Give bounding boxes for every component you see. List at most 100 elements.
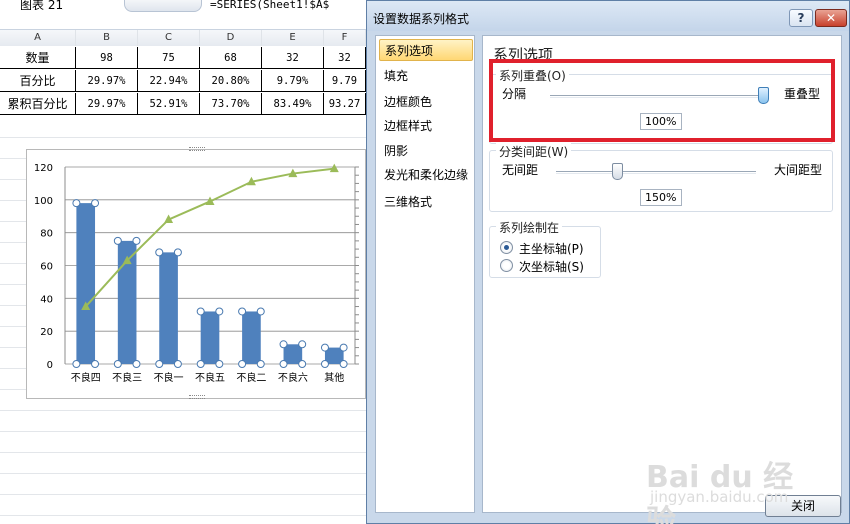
gap-slider-thumb[interactable]: [612, 163, 623, 180]
watermark-url: jingyan.baidu.com: [650, 488, 789, 506]
red-highlight-box: [489, 59, 835, 142]
x-tick-label: 其他: [324, 371, 344, 384]
table-cell[interactable]: 73.70%: [200, 93, 262, 115]
bar-selection-handle: [339, 343, 348, 352]
bar-selection-handle: [113, 236, 122, 245]
table-cell[interactable]: 75: [138, 47, 200, 69]
chart-plot-area: 0 20 40 60 80 100 120 不良四 不良三 不良一 不良五 不良二 不良六 其他: [34, 163, 359, 384]
table-cell[interactable]: 22.94%: [138, 70, 200, 92]
plot-series-on-group: 系列绘制在 主坐标轴(P) 次坐标轴(S): [489, 219, 601, 278]
format-data-series-dialog: 设置数据系列格式 ? ✕ 系列选项 填充 边框颜色 边框样式 阴影 发光和柔化边…: [366, 0, 850, 524]
bar: [76, 203, 96, 364]
column-header-c[interactable]: C: [138, 30, 200, 46]
bar: [283, 344, 303, 364]
formula-toggle-button[interactable]: [124, 0, 202, 12]
bar-selection-handle: [298, 360, 307, 368]
help-button[interactable]: ?: [789, 9, 813, 27]
row-label-percent[interactable]: 百分比: [0, 70, 76, 92]
bar: [159, 252, 178, 364]
line-marker: [329, 163, 339, 173]
dialog-titlebar[interactable]: 设置数据系列格式 ? ✕: [367, 1, 849, 31]
table-cell[interactable]: 83.49%: [262, 93, 324, 115]
table-cell[interactable]: 29.97%: [76, 93, 138, 115]
column-header-a[interactable]: A: [0, 30, 76, 46]
nav-item-border-style[interactable]: 边框样式: [379, 115, 473, 137]
bar-selection-handle: [238, 360, 247, 368]
secondary-axis-label: 次坐标轴(S): [519, 260, 584, 274]
close-window-button[interactable]: ✕: [815, 9, 847, 27]
table-cell[interactable]: 29.97%: [76, 70, 138, 92]
column-header-f[interactable]: F: [324, 30, 366, 46]
row-label-cumulative[interactable]: 累积百分比: [0, 93, 76, 115]
secondary-axis-radio[interactable]: [500, 259, 513, 272]
y-tick-label: 40: [40, 294, 53, 305]
bar-selection-handle: [320, 343, 329, 352]
formula-input[interactable]: =SERIES(Sheet1!$A$: [210, 0, 370, 10]
bar-selection-handle: [72, 199, 81, 208]
x-tick-label: 不良四: [71, 371, 101, 384]
nav-item-glow-soft-edges[interactable]: 发光和柔化边缘: [379, 164, 473, 186]
table-row: 累积百分比 29.97% 52.91% 73.70% 83.49% 93.27: [0, 93, 366, 115]
bar-selection-handle: [173, 248, 182, 257]
baidu-watermark: Bai du 经验 jingyan.baidu.com: [646, 452, 806, 524]
bar-selection-handle: [339, 360, 348, 368]
dialog-title: 设置数据系列格式: [373, 12, 470, 26]
nav-item-shadow[interactable]: 阴影: [379, 140, 473, 162]
column-header-d[interactable]: D: [200, 30, 262, 46]
bar-selection-handle: [132, 236, 141, 245]
table-cell[interactable]: 32: [262, 47, 324, 69]
x-tick-label: 不良一: [154, 371, 184, 384]
x-tick-label: 不良五: [195, 371, 225, 384]
bar-selection-handle: [196, 360, 205, 368]
bar-selection-handle: [155, 360, 164, 368]
table-cell[interactable]: 9.79%: [262, 70, 324, 92]
gap-width-label: 分类间距(W): [496, 143, 572, 160]
bar-selection-handle: [320, 360, 329, 368]
nav-item-border-color[interactable]: 边框颜色: [379, 91, 473, 113]
name-box[interactable]: 图表 21: [0, 0, 120, 10]
gap-slider-track[interactable]: [556, 171, 756, 174]
bar: [242, 311, 261, 364]
table-cell[interactable]: 20.80%: [200, 70, 262, 92]
gap-value-input[interactable]: 150%: [640, 189, 682, 206]
bar-selection-handle: [173, 360, 182, 368]
bar-selection-handle: [279, 360, 288, 368]
bar-selection-handle: [279, 340, 288, 349]
pareto-chart[interactable]: 0 20 40 60 80 100 120 不良四 不良三 不良一 不良五 不良二 不良六 其他: [26, 147, 366, 399]
bar-selection-handle: [256, 360, 265, 368]
bar-selection-handle: [72, 360, 81, 368]
row-label-quantity[interactable]: 数量: [0, 47, 76, 69]
y-tick-label: 100: [34, 196, 53, 207]
nav-item-3d-format[interactable]: 三维格式: [379, 191, 473, 213]
gap-width-group: 分类间距(W) 无间距 大间距型 150%: [489, 143, 833, 212]
table-row: 百分比 29.97% 22.94% 20.80% 9.79% 9.79: [0, 70, 366, 92]
nav-item-fill[interactable]: 填充: [379, 65, 473, 87]
table-cell[interactable]: 93.27: [324, 93, 366, 115]
bar-selection-handle: [238, 307, 247, 316]
bar-selection-handle: [215, 360, 224, 368]
formula-bar: 图表 21 =SERIES(Sheet1!$A$: [0, 0, 366, 30]
y-tick-label: 120: [34, 163, 53, 174]
table-cell[interactable]: 9.79: [324, 70, 366, 92]
bar-selection-handle: [91, 360, 100, 368]
y-tick-label: 20: [40, 327, 53, 338]
x-tick-label: 不良六: [278, 371, 308, 384]
table-cell[interactable]: 32: [324, 47, 366, 69]
x-tick-label: 不良三: [112, 371, 142, 384]
primary-axis-radio[interactable]: [500, 241, 513, 254]
bar-selection-handle: [298, 340, 307, 349]
table-cell[interactable]: 68: [200, 47, 262, 69]
table-cell[interactable]: 52.91%: [138, 93, 200, 115]
column-header-b[interactable]: B: [76, 30, 138, 46]
gap-max-label: 大间距型: [774, 163, 823, 177]
bar-selection-handle: [196, 307, 205, 316]
plot-series-on-label: 系列绘制在: [496, 219, 563, 236]
dialog-nav: 系列选项 填充 边框颜色 边框样式 阴影 发光和柔化边缘 三维格式: [375, 35, 475, 513]
x-tick-label: 不良二: [236, 371, 266, 384]
nav-item-series-options[interactable]: 系列选项: [379, 39, 473, 61]
table-cell[interactable]: 98: [76, 47, 138, 69]
table-row: 数量 98 75 68 32 32: [0, 47, 366, 69]
bar: [200, 311, 220, 364]
y-tick-label: 0: [47, 360, 53, 371]
column-header-e[interactable]: E: [262, 30, 324, 46]
